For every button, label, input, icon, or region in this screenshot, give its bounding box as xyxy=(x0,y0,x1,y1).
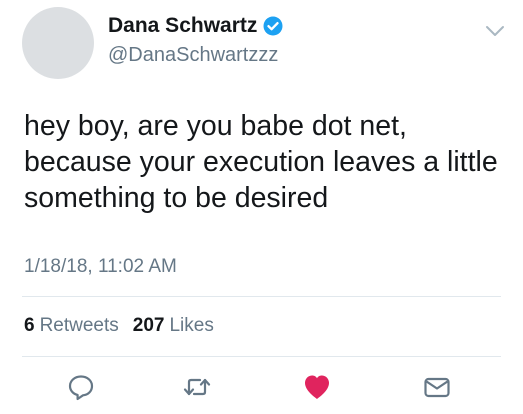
author-display-name[interactable]: Dana Schwartz xyxy=(108,14,257,38)
retweet-button[interactable] xyxy=(182,372,212,402)
tweet-text-line: because your execution leaves a little xyxy=(24,146,498,178)
envelope-icon xyxy=(424,377,450,398)
reply-button[interactable] xyxy=(66,372,96,402)
tweet-text-line: something to be desired xyxy=(24,182,329,214)
divider xyxy=(22,356,501,357)
likes-label[interactable]: Likes xyxy=(169,315,213,337)
verified-badge-icon xyxy=(263,16,283,36)
tweet-text-line: hey boy, are you babe dot net, xyxy=(24,110,407,142)
tweet-text: hey boy, are you babe dot net, because y… xyxy=(24,108,514,216)
direct-message-button[interactable] xyxy=(422,372,452,402)
author-handle[interactable]: @DanaSchwartzzz xyxy=(108,44,278,67)
retweets-label[interactable]: Retweets xyxy=(40,315,119,337)
retweets-count[interactable]: 6 xyxy=(24,315,35,337)
tweet-timestamp[interactable]: 1/18/18, 11:02 AM xyxy=(24,256,177,278)
retweet-icon xyxy=(183,378,211,396)
divider xyxy=(22,296,501,297)
like-button[interactable] xyxy=(302,372,332,402)
avatar[interactable] xyxy=(22,7,94,79)
author-name-row: Dana Schwartz xyxy=(108,14,283,38)
heart-icon xyxy=(305,375,329,399)
chevron-down-icon[interactable] xyxy=(484,24,506,38)
likes-count[interactable]: 207 xyxy=(133,315,165,337)
tweet-stats: 6 Retweets 207 Likes xyxy=(24,315,214,337)
reply-icon xyxy=(68,375,94,401)
